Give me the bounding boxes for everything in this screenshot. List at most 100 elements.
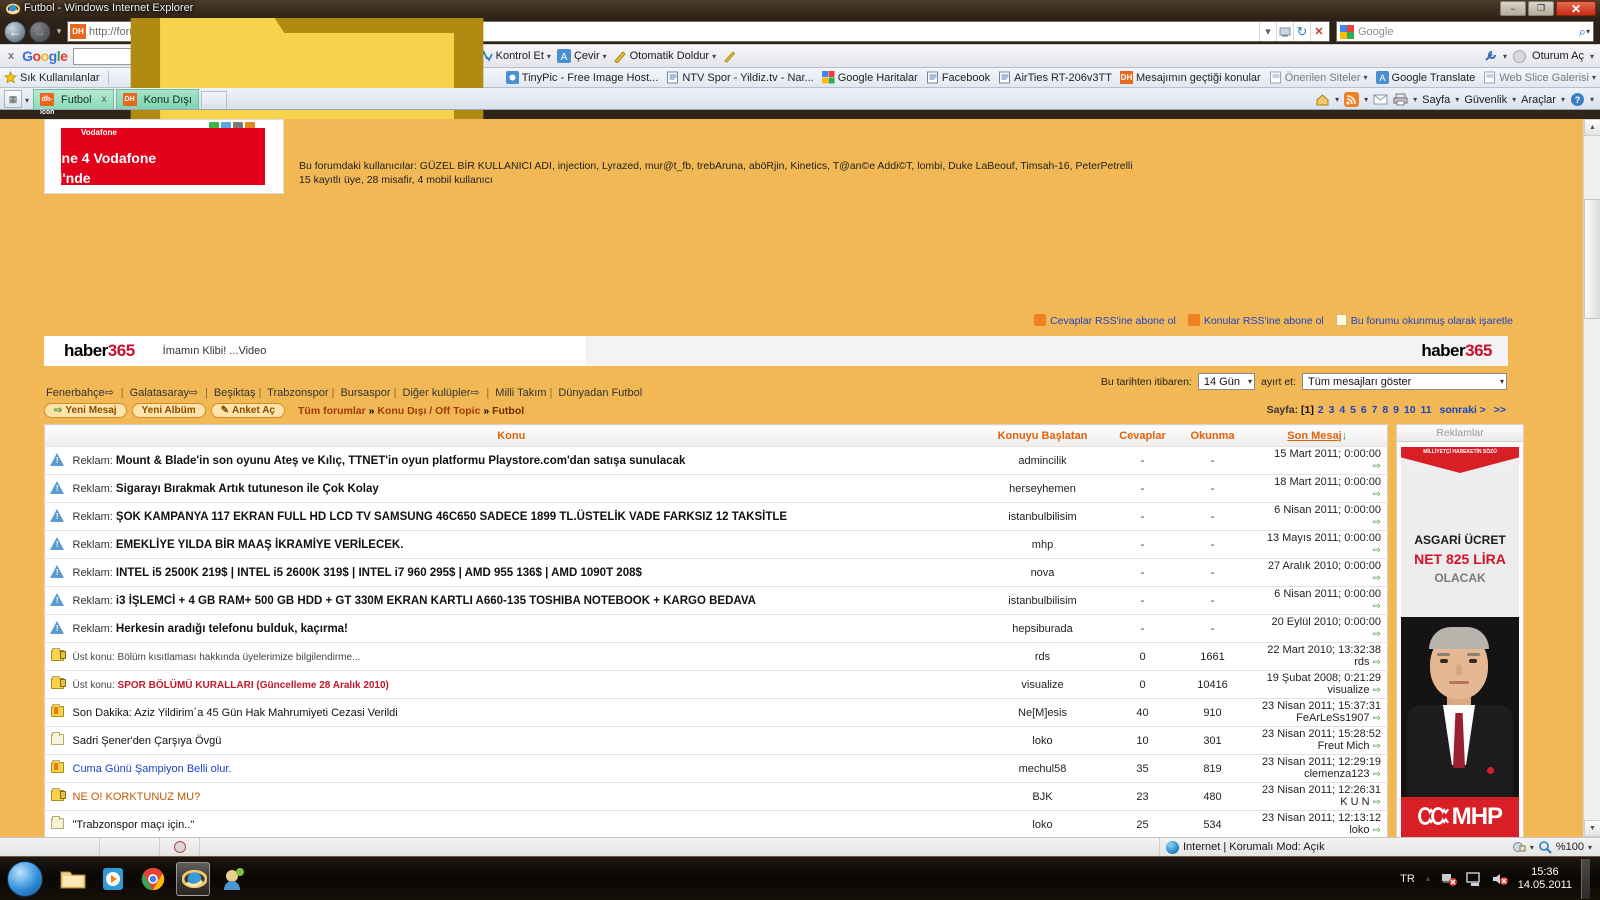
goto-last-icon[interactable]: ⇨ bbox=[1373, 685, 1381, 696]
club-link-besiktas[interactable]: Beşiktaş bbox=[214, 387, 256, 399]
goto-last-icon[interactable]: ⇨ bbox=[1373, 629, 1381, 640]
header-konuyu-baslatan[interactable]: Konuyu Başlatan bbox=[977, 424, 1108, 447]
refresh-icon[interactable]: ↻ bbox=[1293, 22, 1310, 41]
table-row[interactable]: ! Reklam: Herkesin aradığı telefonu buld… bbox=[44, 614, 1388, 643]
topic-link[interactable]: Cuma Günü Şampiyon Belli olur. bbox=[73, 763, 232, 775]
goto-last-icon[interactable]: ⇨ bbox=[1373, 489, 1381, 500]
maximize-button[interactable]: ❐ bbox=[1528, 1, 1554, 16]
page-4[interactable]: 4 bbox=[1339, 404, 1345, 416]
mail-icon[interactable] bbox=[1373, 92, 1388, 107]
taskbar-item-messenger[interactable] bbox=[216, 862, 250, 896]
row-starter[interactable]: mechul58 bbox=[977, 754, 1108, 783]
row-topic-cell[interactable]: Cuma Günü Şampiyon Belli olur. bbox=[70, 754, 978, 783]
favorite-onerilen-siteler[interactable]: Önerilen Siteler ▾ bbox=[1269, 71, 1368, 84]
row-starter[interactable]: visualize bbox=[977, 670, 1108, 699]
header-okunma[interactable]: Okunma bbox=[1177, 424, 1248, 447]
clock[interactable]: 15:36 14.05.2011 bbox=[1518, 866, 1572, 892]
goto-last-icon[interactable]: ⇨ bbox=[1373, 797, 1381, 808]
topic-link[interactable]: NE O! KORKTUNUZ MU? bbox=[73, 791, 201, 803]
table-row[interactable]: ! Reklam: i3 İŞLEMCİ + 4 GB RAM+ 500 GB … bbox=[44, 586, 1388, 615]
row-starter[interactable]: herseyhemen bbox=[977, 474, 1108, 503]
club-link-bursaspor[interactable]: Bursaspor bbox=[340, 387, 390, 399]
club-link-fenerbahce[interactable]: Fenerbahçe bbox=[46, 387, 105, 399]
table-row[interactable]: ! Reklam: Mount & Blade'in son oyunu Ate… bbox=[44, 446, 1388, 475]
row-topic-cell[interactable]: Reklam: EMEKLİYE YILDA BİR MAAŞ İKRAMİYE… bbox=[70, 530, 978, 559]
taskbar-item-internet-explorer[interactable] bbox=[176, 861, 210, 896]
page-7[interactable]: 7 bbox=[1372, 404, 1378, 416]
row-starter[interactable]: istanbulbilisim bbox=[977, 586, 1108, 615]
favorites-button[interactable]: Sık Kullanılanlar bbox=[4, 71, 100, 84]
club-link-trabzonspor[interactable]: Trabzonspor bbox=[267, 387, 328, 399]
row-starter[interactable]: mhp bbox=[977, 530, 1108, 559]
search-input[interactable]: Google ⌕ ▾ bbox=[1336, 21, 1594, 42]
goto-last-icon[interactable]: ⇨ bbox=[1373, 517, 1381, 528]
toolbar-item-pencil[interactable] bbox=[722, 49, 736, 63]
row-topic-cell[interactable]: Reklam: Herkesin aradığı telefonu bulduk… bbox=[70, 614, 978, 643]
toolbar-close-button[interactable]: x bbox=[6, 50, 16, 62]
page-9[interactable]: 9 bbox=[1393, 404, 1399, 416]
row-starter[interactable]: loko bbox=[977, 726, 1108, 755]
row-topic-cell[interactable]: Üst konu: SPOR BÖLÜMÜ KURALLARI (Güncell… bbox=[70, 670, 978, 699]
menu-sayfa[interactable]: Sayfa bbox=[1422, 94, 1450, 106]
taskbar-item-google-chrome[interactable] bbox=[136, 862, 170, 896]
page-1[interactable]: [1] bbox=[1301, 404, 1314, 416]
header-konu[interactable]: Konu bbox=[44, 424, 978, 447]
row-topic-cell[interactable]: Reklam: ŞOK KAMPANYA 117 EKRAN FULL HD L… bbox=[70, 502, 978, 531]
tab-konu-disi[interactable]: DH Konu Dışı bbox=[115, 89, 199, 109]
scrollbar-thumb[interactable] bbox=[1584, 199, 1600, 319]
row-topic-cell[interactable]: NE O! KORKTUNUZ MU? bbox=[70, 782, 978, 811]
page-2[interactable]: 2 bbox=[1318, 404, 1324, 416]
signin-label[interactable]: Oturum Aç bbox=[1532, 50, 1584, 62]
row-starter[interactable]: hepsiburada bbox=[977, 614, 1108, 643]
privacy-caret[interactable]: ▾ bbox=[1530, 843, 1534, 852]
table-row[interactable]: Son Dakika: Aziz Yildirim´a 45 Gün Hak M… bbox=[44, 698, 1388, 727]
favorite-google-haritalar[interactable]: Google Haritalar bbox=[821, 71, 918, 84]
row-starter[interactable]: BJK bbox=[977, 782, 1108, 811]
haber365-bar[interactable]: haber365 İmamın Klibi! ...Video haber365 bbox=[44, 336, 1508, 366]
recent-pages-caret[interactable]: ▾ bbox=[54, 26, 64, 37]
club-link-diger-kulupler[interactable]: Diğer kulüpler bbox=[403, 387, 471, 399]
row-topic-cell[interactable]: Üst konu: Bölüm kısıtlaması hakkında üye… bbox=[70, 642, 978, 671]
header-son-mesaj[interactable]: Son Mesaj↓ bbox=[1247, 424, 1388, 447]
search-go-icon[interactable]: ⌕ bbox=[1579, 24, 1586, 40]
sort-filter-select[interactable]: Tüm mesajları göster ▾ bbox=[1302, 373, 1507, 390]
print-icon[interactable] bbox=[1393, 92, 1408, 107]
row-topic-cell[interactable]: Reklam: INTEL i5 2500K 219$ | INTEL i5 2… bbox=[70, 558, 978, 587]
menu-guvenlik[interactable]: Güvenlik bbox=[1464, 94, 1507, 106]
address-dropdown-icon[interactable]: ▾ bbox=[1259, 22, 1276, 41]
breadcrumb-root[interactable]: Tüm forumlar bbox=[298, 405, 366, 417]
back-button[interactable]: ← bbox=[4, 20, 26, 43]
new-album-button[interactable]: Yeni Albüm bbox=[131, 403, 206, 418]
rss-replies-link[interactable]: Cevaplar RSS'ine abone ol bbox=[1034, 314, 1176, 327]
row-starter[interactable]: Ne[M]esis bbox=[977, 698, 1108, 727]
tab-futbol[interactable]: dh-icon Futbol x bbox=[33, 89, 114, 116]
table-row[interactable]: ! Reklam: Sigarayı Bırakmak Artık tutune… bbox=[44, 474, 1388, 503]
goto-last-icon[interactable]: ⇨ bbox=[1373, 601, 1381, 612]
toolbar-item-otomatik-doldur[interactable]: Otomatik Doldur ▾ bbox=[613, 49, 716, 63]
zoom-icon[interactable] bbox=[1538, 840, 1552, 854]
page-next[interactable]: sonraki > bbox=[1439, 404, 1485, 416]
network-icon[interactable] bbox=[1441, 871, 1457, 887]
goto-last-icon[interactable]: ⇨ bbox=[1373, 769, 1381, 780]
compatibility-view-icon[interactable] bbox=[1276, 22, 1293, 41]
row-starter[interactable]: istanbulbilisim bbox=[977, 502, 1108, 531]
security-zone[interactable]: Internet | Korumalı Mod: Açık bbox=[1160, 840, 1325, 854]
row-starter[interactable]: rds bbox=[977, 642, 1108, 671]
page-3[interactable]: 3 bbox=[1329, 404, 1335, 416]
breadcrumb-parent[interactable]: Konu Dışı / Off Topic bbox=[377, 405, 480, 417]
row-topic-cell[interactable]: "Trabzonspor maçı için.." bbox=[70, 810, 978, 837]
table-row[interactable]: Üst konu: Bölüm kısıtlaması hakkında üye… bbox=[44, 642, 1388, 671]
row-topic-cell[interactable]: Reklam: Mount & Blade'in son oyunu Ateş … bbox=[70, 446, 978, 475]
row-starter[interactable]: nova bbox=[977, 558, 1108, 587]
feeds-icon[interactable] bbox=[1344, 92, 1360, 107]
mark-forum-read-link[interactable]: Bu forumu okunmuş olarak işaretle bbox=[1335, 314, 1513, 327]
goto-last-icon[interactable]: ⇨ bbox=[1373, 573, 1381, 584]
page-last[interactable]: >> bbox=[1494, 404, 1506, 416]
row-topic-cell[interactable]: Son Dakika: Aziz Yildirim´a 45 Gün Hak M… bbox=[70, 698, 978, 727]
taskbar-item-windows-media-player[interactable] bbox=[96, 862, 130, 896]
page-5[interactable]: 5 bbox=[1350, 404, 1356, 416]
stop-icon[interactable]: ✕ bbox=[1310, 22, 1327, 41]
favorite-airties[interactable]: AirTies RT-206v3TT bbox=[998, 71, 1112, 84]
volume-muted-icon[interactable] bbox=[1491, 871, 1509, 887]
haber365-headline[interactable]: İmamın Klibi! ...Video bbox=[163, 345, 267, 357]
